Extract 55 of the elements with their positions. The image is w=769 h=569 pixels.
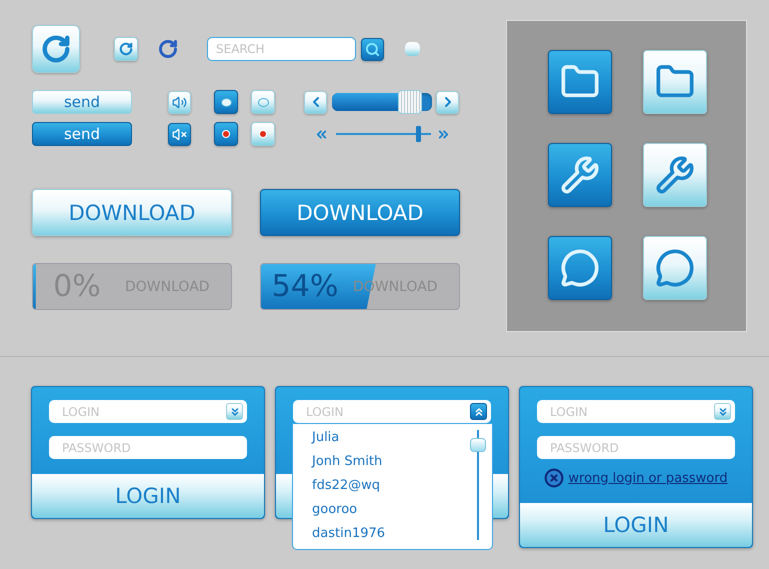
refresh-icon[interactable]: [158, 39, 178, 59]
slider-thumb[interactable]: [398, 90, 422, 114]
slider-track[interactable]: [332, 93, 432, 111]
speech-bubble-button[interactable]: [548, 236, 612, 300]
send-button[interactable]: send: [32, 90, 132, 114]
download-button[interactable]: DOWNLOAD: [260, 189, 460, 236]
slider-thumb[interactable]: [416, 126, 421, 142]
dropdown-item[interactable]: gooroo: [312, 498, 492, 522]
password-field[interactable]: PASSWORD: [49, 436, 247, 459]
send-button[interactable]: send: [32, 122, 132, 146]
login-button[interactable]: LOGIN: [32, 474, 264, 518]
scroll-thumb[interactable]: [470, 438, 486, 452]
right-arrow-button[interactable]: [436, 90, 459, 114]
login-button[interactable]: LOGIN: [520, 503, 752, 547]
dropdown-item[interactable]: fds22@wq: [312, 474, 492, 498]
radio-button[interactable]: [251, 90, 275, 114]
speech-bubble-icon: [655, 248, 695, 288]
wrench-button[interactable]: [548, 143, 612, 207]
login-field[interactable]: LOGIN: [293, 400, 491, 423]
speaker-muted-icon: [172, 126, 187, 142]
small-toggle[interactable]: [405, 42, 420, 56]
left-arrow-button[interactable]: [304, 90, 327, 114]
password-field[interactable]: PASSWORD: [537, 436, 735, 459]
dropdown-button[interactable]: [714, 403, 731, 420]
login-field[interactable]: LOGIN: [537, 400, 735, 423]
error-icon: [544, 468, 564, 488]
wrench-icon: [655, 155, 695, 195]
refresh-icon: [119, 42, 133, 56]
dropdown-item[interactable]: Jonh Smith: [312, 450, 492, 474]
wrench-icon: [560, 155, 600, 195]
dropdown-item[interactable]: dastin1976: [312, 522, 492, 546]
speech-bubble-icon: [560, 248, 600, 288]
refresh-button[interactable]: [32, 25, 80, 73]
download-button[interactable]: DOWNLOAD: [32, 189, 232, 236]
search-button[interactable]: [361, 38, 384, 60]
progress-percent: 54%: [270, 269, 340, 304]
volume-button[interactable]: [168, 90, 191, 114]
radio-button[interactable]: [214, 90, 238, 114]
dropdown-button[interactable]: [226, 403, 243, 420]
dropdown-button[interactable]: [470, 403, 487, 420]
refresh-icon: [41, 34, 71, 64]
login-field[interactable]: LOGIN: [49, 400, 247, 423]
search-field[interactable]: SEARCH: [207, 37, 356, 61]
mute-button[interactable]: [168, 122, 191, 146]
record-button[interactable]: [214, 122, 238, 146]
error-link[interactable]: wrong login or password: [568, 470, 728, 486]
record-button[interactable]: [251, 122, 275, 146]
speech-bubble-button[interactable]: [643, 236, 707, 300]
refresh-button[interactable]: [114, 37, 138, 61]
speaker-icon: [172, 94, 187, 110]
wrench-button[interactable]: [643, 143, 707, 207]
search-icon: [365, 42, 380, 56]
folder-button[interactable]: [548, 50, 612, 114]
dropdown-item[interactable]: Julia: [312, 426, 492, 450]
folder-button[interactable]: [643, 50, 707, 114]
